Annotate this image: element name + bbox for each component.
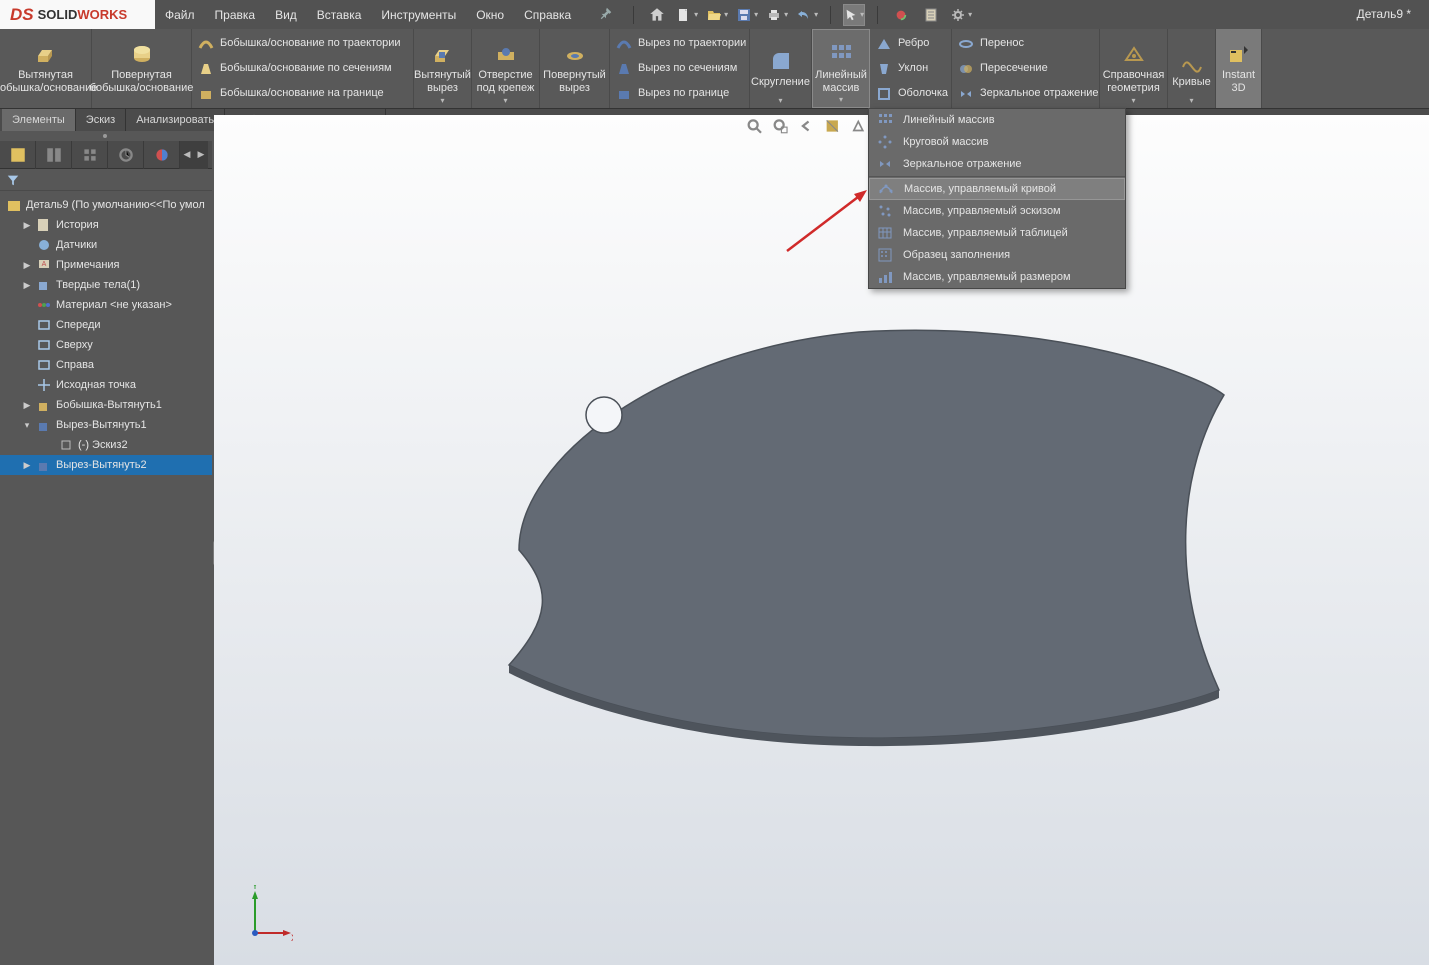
menu-insert[interactable]: Вставка xyxy=(307,8,372,22)
tree-root[interactable]: Деталь9 (По умолчанию<<По умол xyxy=(0,195,212,215)
tree-right-plane[interactable]: Справа xyxy=(0,355,212,375)
features-column-1: Ребро Уклон Оболочка xyxy=(870,29,952,108)
print-icon[interactable]: ▾ xyxy=(766,4,788,26)
tree-solid-bodies[interactable]: ▶Твердые тела(1) xyxy=(0,275,212,295)
fm-tab-config[interactable] xyxy=(72,141,108,169)
settings-icon[interactable]: ▾ xyxy=(950,4,972,26)
draft-button[interactable]: Уклон xyxy=(876,57,928,81)
fm-scroll-right[interactable]: ▶ xyxy=(194,141,208,169)
hole-wizard-button[interactable]: Отверстие под крепеж ▾ xyxy=(472,29,540,108)
ref-geometry-button[interactable]: Справочная геометрия ▾ xyxy=(1100,29,1168,108)
prev-view-icon[interactable] xyxy=(797,117,817,137)
section-view-icon[interactable] xyxy=(823,117,843,137)
manager-tabs: ◀ ▶ xyxy=(0,141,212,169)
linear-pattern-button[interactable]: Линейный массив ▾ xyxy=(812,29,870,108)
curves-button[interactable]: Кривые ▾ xyxy=(1168,29,1216,108)
features-column-2: Перенос Пересечение Зеркальное отражение xyxy=(952,29,1100,108)
undo-icon[interactable]: ▾ xyxy=(796,4,818,26)
ribbon: Вытянутая бобышка/основание Повернутая б… xyxy=(0,29,1429,109)
tree-sketch2[interactable]: (-) Эскиз2 xyxy=(0,435,212,455)
instant3d-button[interactable]: Instant 3D xyxy=(1216,29,1262,108)
menu-window[interactable]: Окно xyxy=(466,8,514,22)
dropdown-curve-pattern[interactable]: Массив, управляемый кривой xyxy=(869,178,1125,200)
boundary-cut-button[interactable]: Вырез по границе xyxy=(616,82,729,106)
dropdown-sketch-pattern[interactable]: Массив, управляемый эскизом xyxy=(869,200,1125,222)
fm-tab-display[interactable] xyxy=(144,141,180,169)
feature-tree: Деталь9 (По умолчанию<<По умол ▶История … xyxy=(0,191,212,479)
menu-file[interactable]: Файл xyxy=(155,8,205,22)
tree-annotations[interactable]: ▶AПримечания xyxy=(0,255,212,275)
tab-sketch[interactable]: Эскиз xyxy=(76,109,126,131)
svg-text:A: A xyxy=(42,261,47,268)
tree-cut-extrude1[interactable]: ▾Вырез-Вытянуть1 xyxy=(0,415,212,435)
tree-material[interactable]: Материал <не указан> xyxy=(0,295,212,315)
revolve-boss-button[interactable]: Повернутая бобышка/основание xyxy=(92,29,192,108)
tree-cut-extrude2[interactable]: ▶Вырез-Вытянуть2 xyxy=(0,455,212,475)
home-icon[interactable] xyxy=(646,4,668,26)
view-orientation-icon[interactable] xyxy=(849,117,869,137)
fm-tab-property[interactable] xyxy=(36,141,72,169)
part-model xyxy=(479,320,1239,750)
coordinate-triad: Y X xyxy=(243,885,293,945)
menu-items: Файл Правка Вид Вставка Инструменты Окно… xyxy=(155,0,609,29)
top-menu-bar: DSSOLIDWORKS Файл Правка Вид Вставка Инс… xyxy=(0,0,1429,29)
tree-front-plane[interactable]: Спереди xyxy=(0,315,212,335)
open-icon[interactable]: ▾ xyxy=(706,4,728,26)
svg-text:X: X xyxy=(291,933,293,943)
tree-sensors[interactable]: Датчики xyxy=(0,235,212,255)
dropdown-linear-pattern[interactable]: Линейный массив xyxy=(869,109,1125,131)
rebuild-icon[interactable] xyxy=(890,4,912,26)
fm-tab-feature[interactable] xyxy=(0,141,36,169)
rib-button[interactable]: Ребро xyxy=(876,32,929,56)
fm-tab-dim[interactable] xyxy=(108,141,144,169)
tab-evaluate[interactable]: Анализировать xyxy=(126,109,225,131)
loft-boss-button[interactable]: Бобышка/основание по сечениям xyxy=(198,57,392,81)
zoom-fit-icon[interactable] xyxy=(745,117,765,137)
menu-help[interactable]: Справка xyxy=(514,8,581,22)
save-icon[interactable]: ▾ xyxy=(736,4,758,26)
app-logo: DSSOLIDWORKS xyxy=(0,0,155,29)
menu-view[interactable]: Вид xyxy=(265,8,307,22)
tree-boss-extrude1[interactable]: ▶Бобышка-Вытянуть1 xyxy=(0,395,212,415)
pin-icon[interactable] xyxy=(589,6,609,24)
boss-more-column: Бобышка/основание по траектории Бобышка/… xyxy=(192,29,414,108)
sweep-boss-button[interactable]: Бобышка/основание по траектории xyxy=(198,32,401,56)
linear-pattern-dropdown: Линейный массив Круговой массив Зеркальн… xyxy=(868,108,1126,289)
menu-edit[interactable]: Правка xyxy=(205,8,266,22)
extrude-boss-button[interactable]: Вытянутая бобышка/основание xyxy=(0,29,92,108)
dropdown-table-pattern[interactable]: Массив, управляемый таблицей xyxy=(869,222,1125,244)
shell-button[interactable]: Оболочка xyxy=(876,82,948,106)
wrap-button[interactable]: Перенос xyxy=(958,32,1024,56)
mirror-button[interactable]: Зеркальное отражение xyxy=(958,82,1099,106)
fm-scroll-left[interactable]: ◀ xyxy=(180,141,194,169)
feature-filter[interactable] xyxy=(0,169,212,191)
menu-tools[interactable]: Инструменты xyxy=(371,8,466,22)
feature-manager-panel: ◀ ▶ Деталь9 (По умолчанию<<По умол ▶Исто… xyxy=(0,141,212,965)
zoom-area-icon[interactable] xyxy=(771,117,791,137)
extrude-cut-button[interactable]: Вытянутый вырез ▾ xyxy=(414,29,472,108)
tree-top-plane[interactable]: Сверху xyxy=(0,335,212,355)
new-icon[interactable]: ▾ xyxy=(676,4,698,26)
select-icon[interactable]: ▾ xyxy=(843,4,865,26)
dropdown-circular-pattern[interactable]: Круговой массив xyxy=(869,131,1125,153)
revolve-cut-button[interactable]: Повернутый вырез xyxy=(540,29,610,108)
tree-history[interactable]: ▶История xyxy=(0,215,212,235)
svg-text:Y: Y xyxy=(252,885,258,891)
dropdown-mirror[interactable]: Зеркальное отражение xyxy=(869,153,1125,175)
options-icon[interactable] xyxy=(920,4,942,26)
boundary-boss-button[interactable]: Бобышка/основание на границе xyxy=(198,82,384,106)
cut-more-column: Вырез по траектории Вырез по сечениям Вы… xyxy=(610,29,750,108)
dropdown-variable-pattern[interactable]: Массив, управляемый размером xyxy=(869,266,1125,288)
dropdown-fill-pattern[interactable]: Образец заполнения xyxy=(869,244,1125,266)
fillet-button[interactable]: Скругление ▾ xyxy=(750,29,812,108)
tree-origin[interactable]: Исходная точка xyxy=(0,375,212,395)
tab-features[interactable]: Элементы xyxy=(2,109,76,131)
quick-access-toolbar: ▾ ▾ ▾ ▾ ▾ ▾ ▾ xyxy=(623,0,978,29)
sweep-cut-button[interactable]: Вырез по траектории xyxy=(616,32,746,56)
graphics-viewport[interactable]: ▾ ▾ Y X xyxy=(214,115,1429,965)
document-title: Деталь9 * xyxy=(1357,7,1411,21)
loft-cut-button[interactable]: Вырез по сечениям xyxy=(616,57,737,81)
intersect-button[interactable]: Пересечение xyxy=(958,57,1048,81)
